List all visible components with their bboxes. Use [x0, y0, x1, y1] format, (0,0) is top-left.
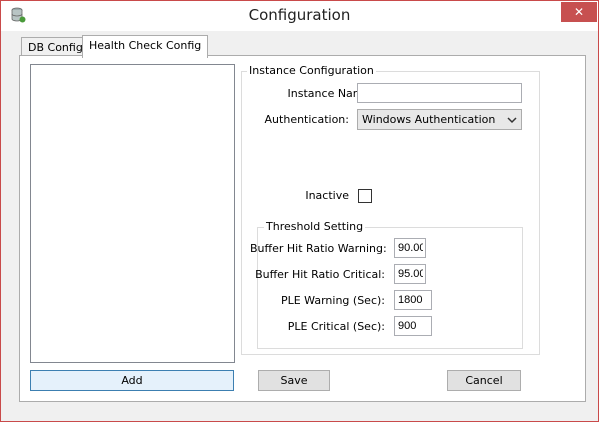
instance-configuration-legend: Instance Configuration [247, 64, 376, 77]
buffer-hit-ratio-critical-label: Buffer Hit Ratio Critical: [255, 268, 385, 281]
instance-list[interactable] [30, 64, 235, 363]
instance-name-label: Instance Name: [287, 87, 374, 100]
threshold-setting-legend: Threshold Setting [264, 220, 366, 233]
chevron-down-icon [507, 117, 517, 124]
close-icon: ✕ [573, 5, 585, 19]
ple-warning-input[interactable] [394, 290, 432, 310]
authentication-value: Windows Authentication [362, 113, 496, 126]
ple-critical-input[interactable] [394, 316, 432, 336]
inactive-checkbox[interactable] [358, 189, 372, 203]
buffer-hit-ratio-warning-input[interactable] [394, 238, 426, 258]
authentication-select[interactable]: Windows Authentication [357, 109, 522, 130]
ple-critical-label: PLE Critical (Sec): [287, 320, 385, 333]
instance-name-input[interactable] [357, 83, 522, 103]
window-title: Configuration [248, 6, 351, 24]
title-bar[interactable]: Configuration ✕ [1, 1, 598, 31]
close-button[interactable]: ✕ [561, 2, 597, 22]
buffer-hit-ratio-critical-input[interactable] [394, 264, 426, 284]
ple-warning-label: PLE Warning (Sec): [280, 294, 385, 307]
cancel-button[interactable]: Cancel [447, 370, 521, 391]
add-button[interactable]: Add [30, 370, 234, 391]
save-button[interactable]: Save [258, 370, 330, 391]
authentication-label: Authentication: [264, 113, 349, 126]
buffer-hit-ratio-warning-label: Buffer Hit Ratio Warning: [250, 242, 387, 255]
tab-health-check-config[interactable]: Health Check Config [82, 35, 209, 58]
inactive-label: Inactive [305, 189, 349, 202]
